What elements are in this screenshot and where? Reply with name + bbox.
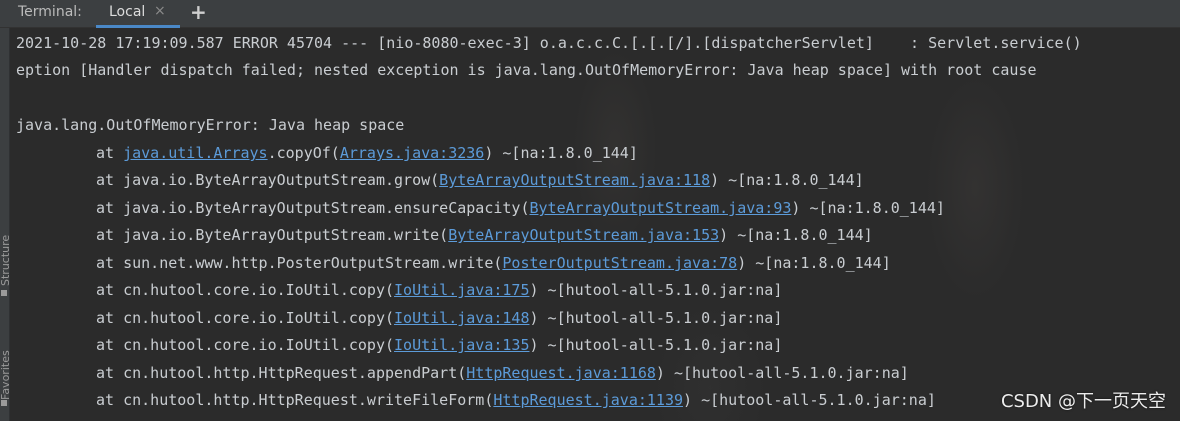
source-link[interactable]: HttpRequest.java:1139	[493, 391, 683, 409]
frame-suffix: ) ~[na:1.8.0_144]	[484, 144, 638, 162]
source-link[interactable]: ByteArrayOutputStream.java:118	[439, 171, 710, 189]
tab-local[interactable]: Local ×	[96, 0, 180, 28]
frame-prefix: at cn.hutool.core.io.IoUtil.copy(	[96, 309, 395, 327]
structure-icon[interactable]	[1, 290, 7, 296]
stack-frame: at java.io.ByteArrayOutputStream.ensureC…	[16, 197, 945, 219]
source-link[interactable]: IoUtil.java:148	[394, 309, 529, 327]
stack-frame: at cn.hutool.http.HttpRequest.writeFileF…	[16, 389, 936, 411]
terminal-output[interactable]: 2021-10-28 17:19:09.587 ERROR 45704 --- …	[10, 28, 1180, 421]
stack-frame: at cn.hutool.core.io.IoUtil.copy(IoUtil.…	[16, 307, 782, 329]
log-line: 2021-10-28 17:19:09.587 ERROR 45704 --- …	[16, 34, 1082, 52]
frame-suffix: ) ~[na:1.8.0_144]	[710, 171, 864, 189]
frame-prefix: at java.io.ByteArrayOutputStream.ensureC…	[96, 199, 530, 217]
source-link[interactable]: HttpRequest.java:1168	[466, 364, 656, 382]
frame-suffix: ) ~[hutool-all-5.1.0.jar:na]	[683, 391, 936, 409]
stack-frame: at cn.hutool.core.io.IoUtil.copy(IoUtil.…	[16, 279, 782, 301]
stack-frame: at java.util.Arrays.copyOf(Arrays.java:3…	[16, 142, 638, 164]
frame-prefix: at cn.hutool.core.io.IoUtil.copy(	[96, 281, 395, 299]
frame-suffix: ) ~[na:1.8.0_144]	[737, 254, 891, 272]
source-link[interactable]: PosterOutputStream.java:78	[502, 254, 737, 272]
frame-method: .copyOf(	[267, 144, 340, 162]
ide-window: Terminal: Local × + Structure Favorites …	[0, 0, 1180, 421]
exception-line: java.lang.OutOfMemoryError: Java heap sp…	[16, 116, 405, 134]
source-link[interactable]: ByteArrayOutputStream.java:93	[529, 199, 791, 217]
terminal-tab-bar: Terminal: Local × +	[0, 0, 1180, 28]
source-link[interactable]: Arrays.java:3236	[340, 144, 485, 162]
frame-prefix: at cn.hutool.core.io.IoUtil.copy(	[96, 336, 395, 354]
tab-local-label: Local	[109, 4, 146, 20]
stack-frame: at java.io.ByteArrayOutputStream.write(B…	[16, 224, 873, 246]
frame-prefix: at	[96, 144, 124, 162]
close-icon[interactable]: ×	[154, 3, 166, 19]
stack-frame: at cn.hutool.core.io.IoUtil.copy(IoUtil.…	[16, 334, 782, 356]
frame-prefix: at cn.hutool.http.HttpRequest.writeFileF…	[96, 391, 494, 409]
frame-suffix: ) ~[hutool-all-5.1.0.jar:na]	[529, 309, 783, 327]
terminal-title: Terminal:	[18, 4, 82, 20]
class-link[interactable]: java.util.Arrays	[123, 144, 268, 162]
frame-prefix: at sun.net.www.http.PosterOutputStream.w…	[96, 254, 503, 272]
frame-suffix: ) ~[hutool-all-5.1.0.jar:na]	[529, 336, 783, 354]
frame-suffix: ) ~[hutool-all-5.1.0.jar:na]	[655, 364, 909, 382]
stack-frame: at sun.net.www.http.PosterOutputStream.w…	[16, 252, 891, 274]
favorites-icon[interactable]	[1, 400, 7, 406]
frame-prefix: at java.io.ByteArrayOutputStream.write(	[96, 226, 449, 244]
stack-frame: at java.io.ByteArrayOutputStream.grow(By…	[16, 169, 864, 191]
add-terminal-button[interactable]: +	[190, 0, 207, 24]
stack-frame: at cn.hutool.http.HttpRequest.appendPart…	[16, 362, 909, 384]
frame-prefix: at java.io.ByteArrayOutputStream.grow(	[96, 171, 440, 189]
source-link[interactable]: IoUtil.java:135	[394, 336, 529, 354]
frame-suffix: ) ~[na:1.8.0_144]	[791, 199, 945, 217]
csdn-watermark: CSDN @下一页天空	[1000, 391, 1166, 412]
frame-suffix: ) ~[na:1.8.0_144]	[719, 226, 873, 244]
frame-suffix: ) ~[hutool-all-5.1.0.jar:na]	[529, 281, 783, 299]
side-tool-strip: Structure Favorites	[0, 28, 12, 421]
source-link[interactable]: ByteArrayOutputStream.java:153	[448, 226, 719, 244]
frame-prefix: at cn.hutool.http.HttpRequest.appendPart…	[96, 364, 467, 382]
source-link[interactable]: IoUtil.java:175	[394, 281, 529, 299]
log-line: eption [Handler dispatch failed; nested …	[16, 61, 1037, 79]
